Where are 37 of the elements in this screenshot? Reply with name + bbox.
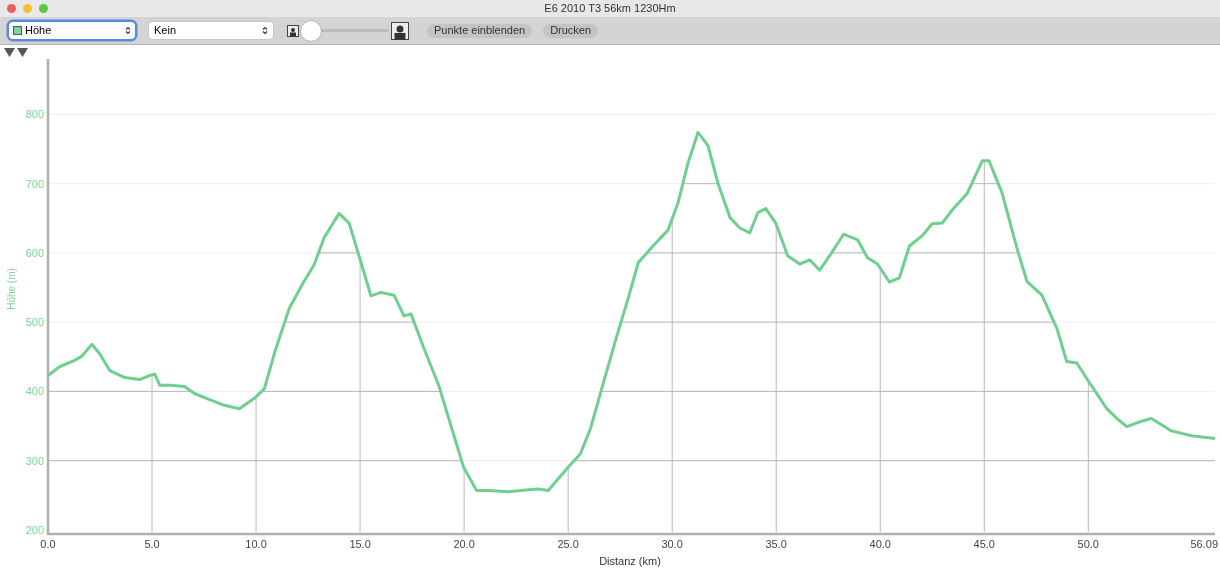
minimize-button[interactable] bbox=[23, 4, 32, 13]
window-title: E6 2010 T3 56km 1230Hm bbox=[544, 1, 676, 17]
x-tick-label: 0.0 bbox=[40, 538, 56, 550]
y-axis-title: Höhe (m) bbox=[6, 268, 17, 310]
y-tick-label: 400 bbox=[25, 385, 44, 398]
compare-select[interactable]: Kein bbox=[149, 22, 273, 39]
x-tick-label: 40.0 bbox=[869, 538, 891, 550]
chevron-icon bbox=[125, 26, 131, 35]
slider-thumb[interactable] bbox=[301, 20, 321, 41]
x-tick-label: 35.0 bbox=[765, 538, 787, 550]
zoom-slider[interactable] bbox=[301, 20, 389, 41]
zoom-button[interactable] bbox=[39, 4, 48, 13]
small-person-icon bbox=[287, 24, 299, 37]
triangle-icon[interactable] bbox=[17, 47, 28, 57]
x-axis-title: Distanz (km) bbox=[599, 555, 661, 567]
toolbar-button[interactable]: Drucken bbox=[543, 23, 599, 38]
close-button[interactable] bbox=[7, 4, 16, 13]
y-tick-label: 600 bbox=[25, 246, 44, 259]
y-tick-label: 800 bbox=[25, 108, 44, 121]
y-tick-label: 500 bbox=[25, 316, 44, 329]
large-person-icon bbox=[391, 21, 409, 40]
y-tick-label: 300 bbox=[25, 454, 44, 467]
x-tick-label: 30.0 bbox=[661, 538, 683, 550]
x-tick-label: 56.09 bbox=[1190, 538, 1218, 550]
y-tick-label: 700 bbox=[25, 177, 44, 190]
x-tick-label: 25.0 bbox=[557, 538, 579, 550]
x-tick-label: 15.0 bbox=[349, 538, 371, 550]
x-tick-label: 10.0 bbox=[245, 538, 267, 550]
triangle-icon[interactable] bbox=[4, 47, 15, 57]
x-tick-label: 45.0 bbox=[973, 538, 995, 550]
chevron-icon bbox=[262, 26, 268, 35]
series-select[interactable]: Höhe bbox=[9, 22, 135, 39]
toolbar-button[interactable]: Punkte einblenden bbox=[427, 23, 533, 38]
x-tick-label: 5.0 bbox=[144, 538, 160, 550]
x-tick-label: 20.0 bbox=[453, 538, 475, 550]
y-tick-label: 200 bbox=[25, 523, 44, 536]
x-tick-label: 50.0 bbox=[1077, 538, 1099, 550]
